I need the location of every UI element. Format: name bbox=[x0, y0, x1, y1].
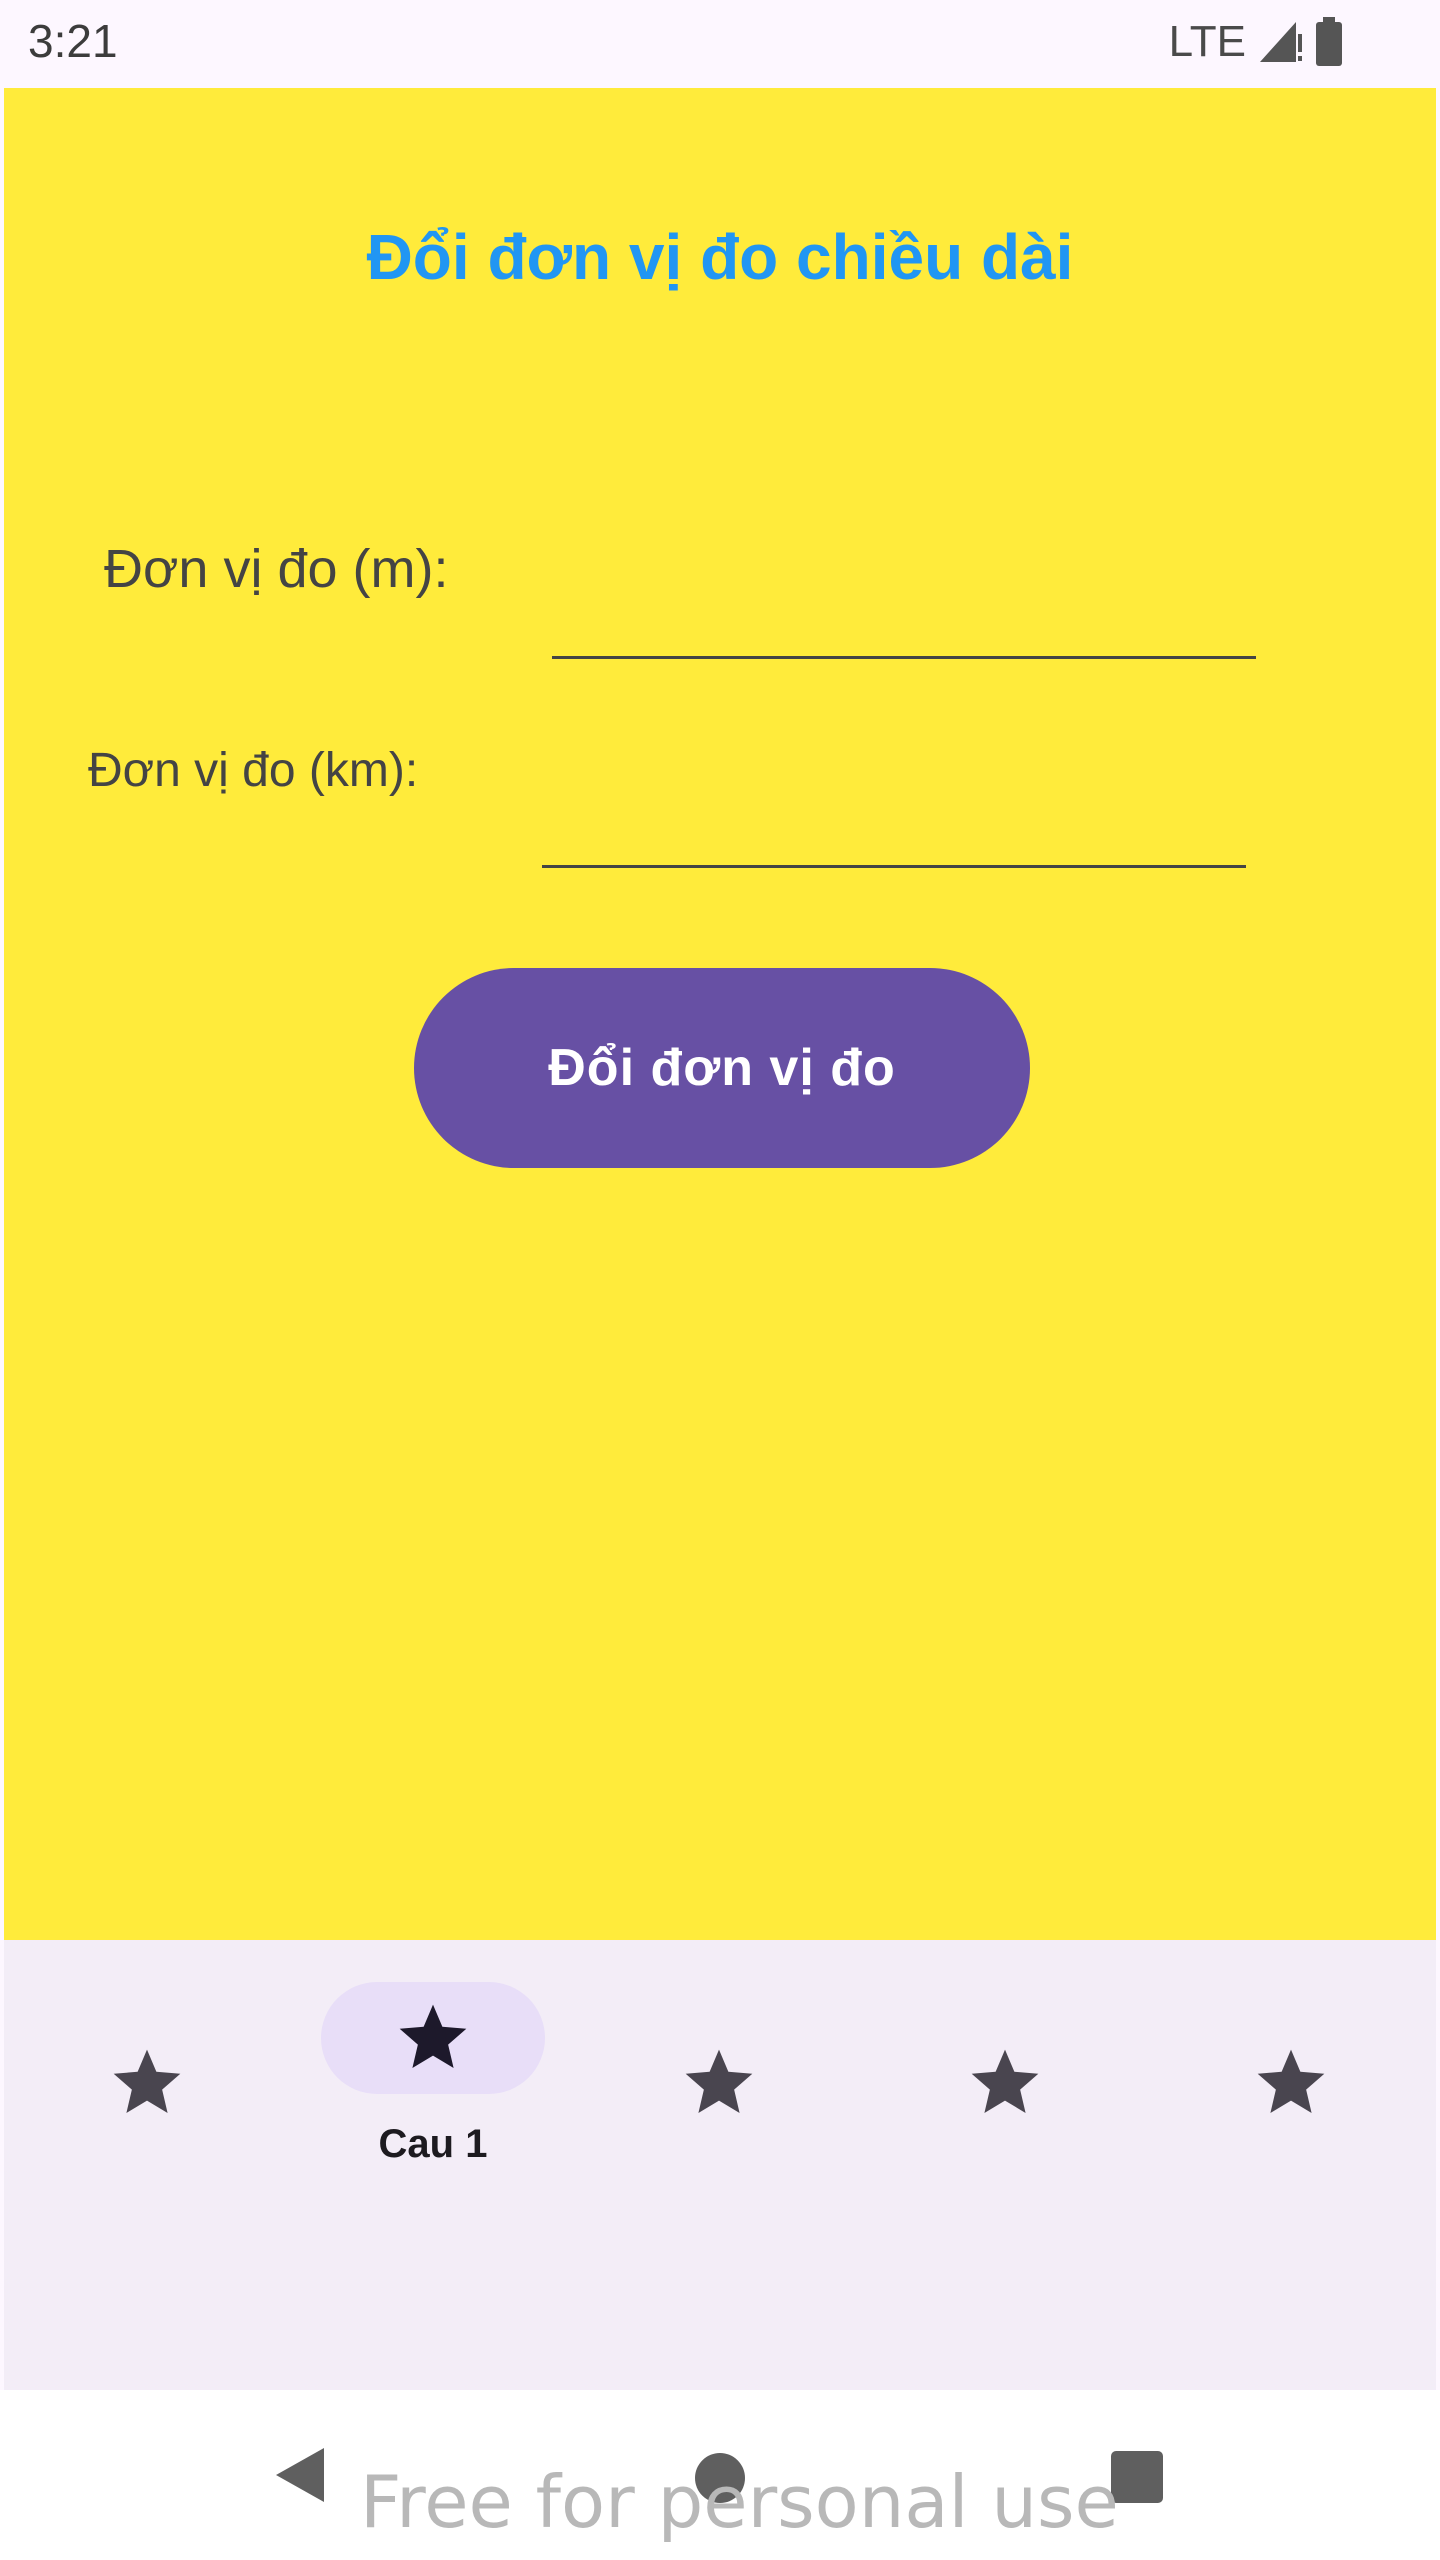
kilometer-input[interactable] bbox=[542, 785, 1246, 868]
nav-item-4[interactable] bbox=[862, 1940, 1148, 2200]
meter-input[interactable] bbox=[552, 568, 1256, 659]
kilometer-label: Đơn vị đo (km): bbox=[88, 744, 419, 797]
star-icon bbox=[1257, 2049, 1325, 2113]
nav-item-label: Cau 1 bbox=[378, 2122, 488, 2166]
star-icon bbox=[113, 2049, 181, 2113]
status-bar: 3:21 LTE bbox=[0, 0, 1440, 88]
battery-icon bbox=[1316, 17, 1342, 66]
nav-item-3[interactable] bbox=[576, 1940, 862, 2200]
back-icon[interactable] bbox=[274, 2446, 326, 2504]
status-icons: LTE bbox=[1169, 14, 1344, 70]
nav-item-1[interactable] bbox=[4, 1940, 290, 2200]
meter-label: Đơn vị đo (m): bbox=[104, 539, 449, 599]
signal-icon bbox=[1260, 22, 1302, 62]
bottom-navigation: Cau 1 bbox=[4, 1940, 1436, 2390]
star-icon bbox=[399, 2004, 467, 2068]
network-type: LTE bbox=[1168, 17, 1246, 66]
converter-screen: Đổi đơn vị đo chiều dài Đơn vị đo (m): Đ… bbox=[4, 88, 1436, 1940]
watermark-text: Free for personal use bbox=[360, 2460, 1119, 2544]
convert-button[interactable]: Đổi đơn vị đo bbox=[414, 968, 1030, 1168]
nav-item-5[interactable] bbox=[1148, 1940, 1434, 2200]
star-icon bbox=[971, 2049, 1039, 2113]
status-time: 3:21 bbox=[28, 15, 118, 67]
page-title: Đổi đơn vị đo chiều dài bbox=[366, 221, 1074, 293]
star-icon bbox=[685, 2049, 753, 2113]
nav-item-cau-1[interactable]: Cau 1 bbox=[290, 1940, 576, 2200]
